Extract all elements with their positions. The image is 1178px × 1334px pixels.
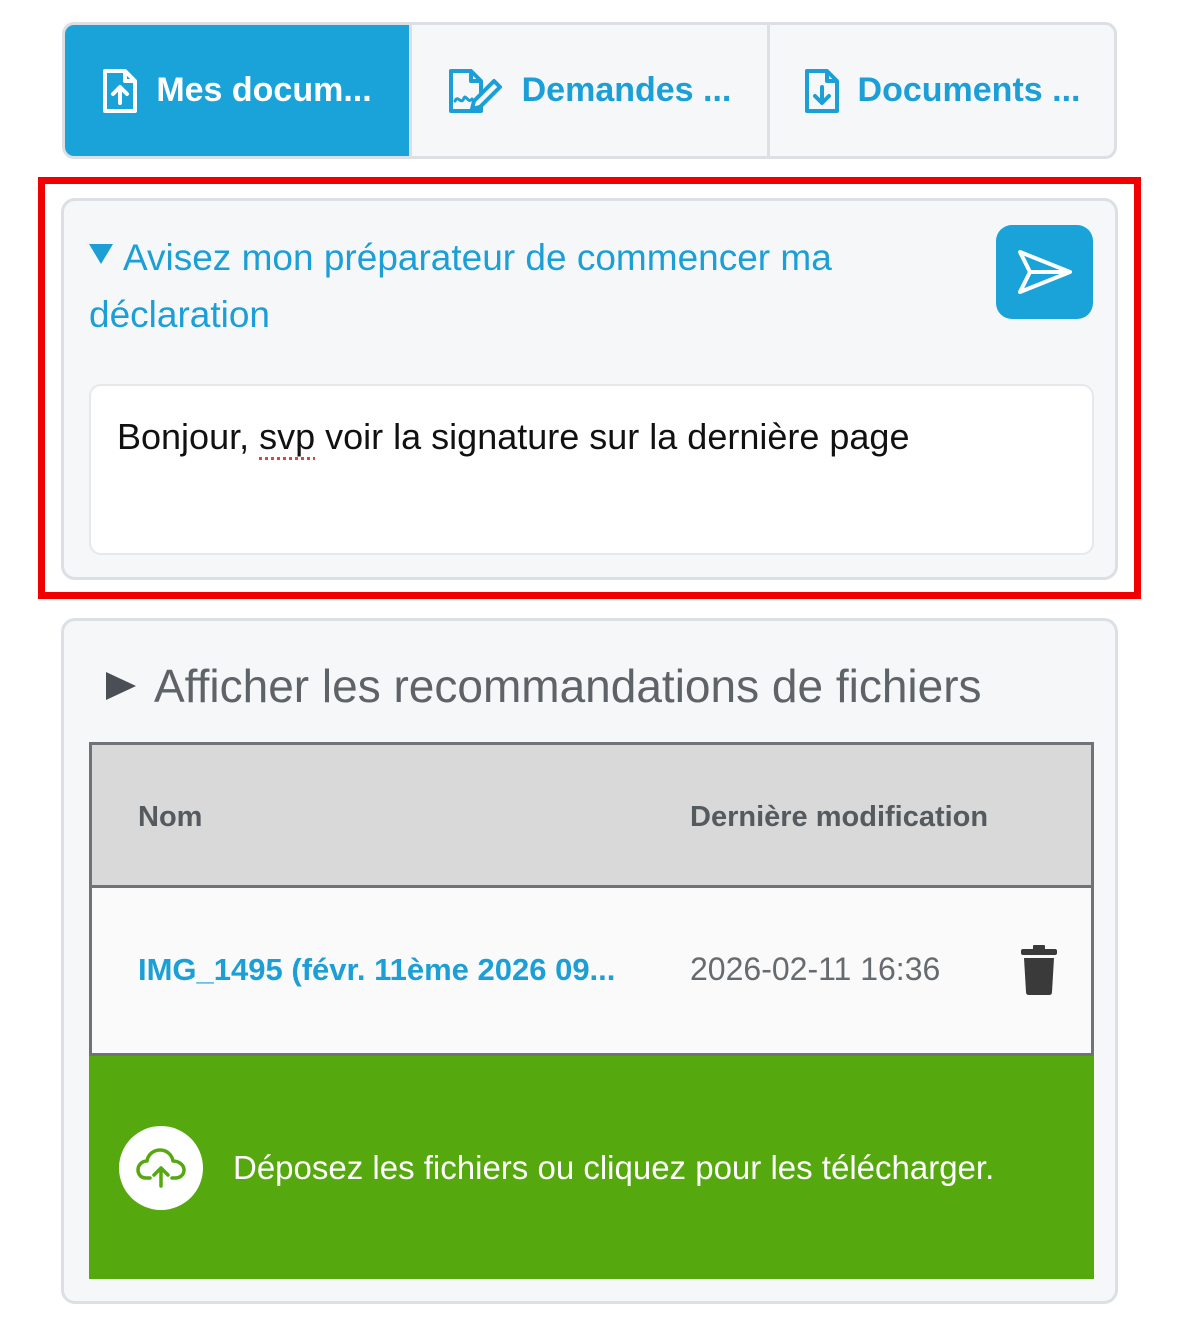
files-table: Nom Dernière modification IMG_1495 (févr… [89,742,1094,1056]
recommendations-label: Afficher les recommandations de fichiers [154,660,982,712]
upload-label: Déposez les fichiers ou cliquez pour les… [233,1148,995,1186]
caret-down-icon [89,244,113,264]
trash-icon [1021,945,1057,995]
tab-mes-documents[interactable]: Mes docum... [65,25,412,156]
cloud-upload-icon [119,1125,203,1210]
table-header: Nom Dernière modification [92,745,1091,888]
file-upload-icon [103,68,138,113]
caret-right-icon [106,672,136,700]
message-input[interactable]: Bonjour, svp voir la signature sur la de… [89,384,1094,555]
file-download-icon [804,68,839,113]
tab-documents[interactable]: Documents ... [770,25,1114,156]
notify-preparer-panel: Avisez mon préparateur de commencer ma d… [61,198,1118,580]
message-text: voir la signature sur la dernière page [315,416,910,457]
send-button[interactable] [996,225,1093,319]
column-modified[interactable]: Dernière modification [690,801,988,834]
file-modified-date: 2026-02-11 16:36 [690,951,941,987]
notify-title: Avisez mon préparateur de commencer ma d… [89,237,832,335]
tab-label: Documents ... [857,71,1081,109]
paper-plane-icon [1017,250,1072,294]
files-panel: Afficher les recommandations de fichiers… [61,618,1118,1304]
delete-button[interactable] [1020,945,1058,1000]
upload-dropzone[interactable]: Déposez les fichiers ou cliquez pour les… [89,1056,1094,1279]
notify-toggle[interactable]: Avisez mon préparateur de commencer ma d… [89,229,949,343]
signature-request-icon [448,68,502,113]
tab-label: Mes docum... [156,71,372,109]
tab-demandes[interactable]: Demandes ... [412,25,770,156]
document-tabs: Mes docum... Demandes ... Documents ... [62,22,1117,159]
message-text: Bonjour, [117,416,260,457]
table-row: IMG_1495 (févr. 11ème 2026 09... 2026-02… [92,888,1091,1053]
tab-label: Demandes ... [521,71,732,109]
column-name[interactable]: Nom [138,801,202,834]
misspelled-word: svp [259,416,316,457]
recommendations-toggle[interactable]: Afficher les recommandations de fichiers [106,659,982,713]
file-name-link[interactable]: IMG_1495 (févr. 11ème 2026 09... [138,952,615,988]
